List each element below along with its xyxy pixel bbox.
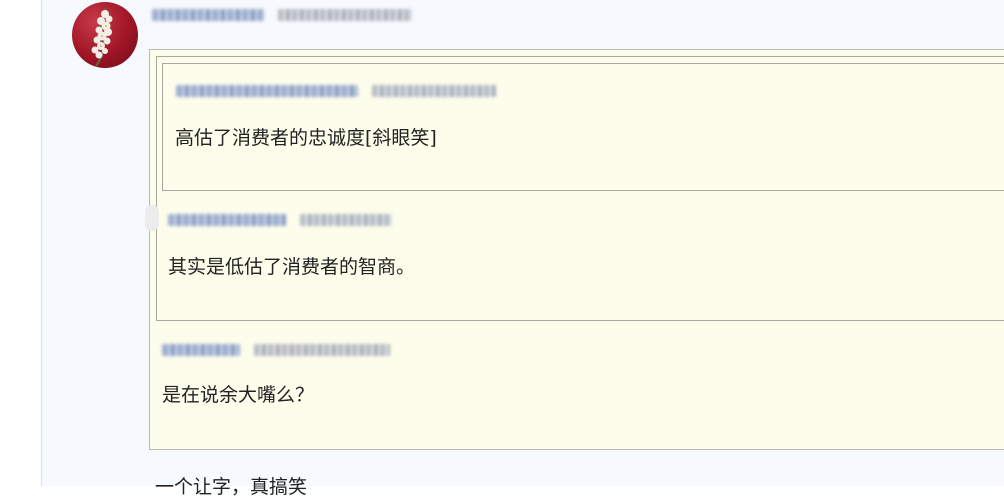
quote-level-3-text: 高估了消费者的忠诚度[斜眼笑]: [175, 127, 437, 149]
quote-level-1-text: 是在说余大嘴么？: [162, 384, 315, 406]
quote-level-2-meta-blurred: [168, 214, 392, 226]
quote-level-1-meta-blurred: [162, 344, 390, 356]
user-avatar[interactable]: [72, 2, 138, 68]
left-gutter: [0, 0, 42, 486]
quote-level-3-meta-blurred: [176, 85, 496, 97]
flower-avatar-icon: [91, 7, 113, 67]
quote-handle: [145, 205, 159, 231]
post-author-meta-blurred: [152, 9, 412, 21]
quote-level-2-text: 其实是低估了消费者的智商。: [168, 256, 416, 278]
